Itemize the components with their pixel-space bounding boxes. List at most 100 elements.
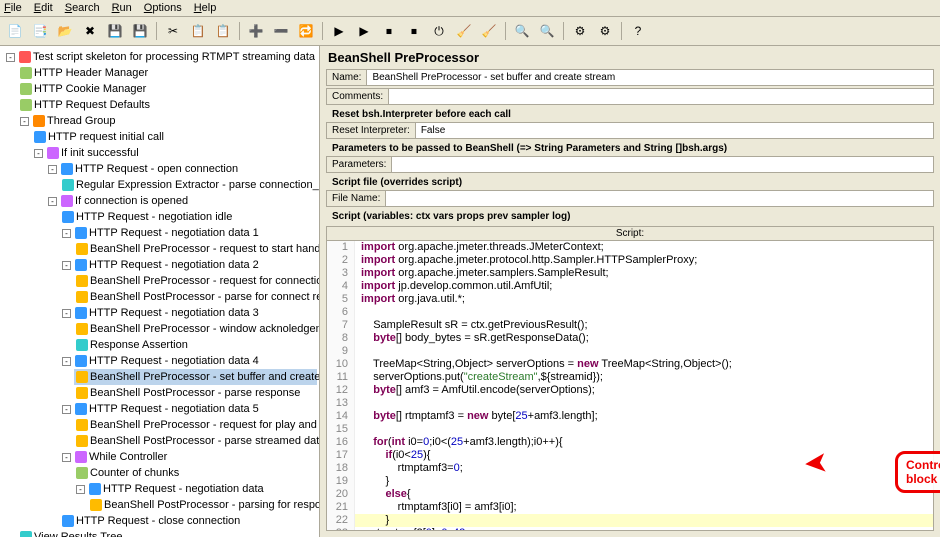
save-button[interactable]: 💾 bbox=[104, 20, 126, 42]
tree-toggle[interactable]: - bbox=[76, 485, 85, 494]
code-line[interactable]: import org.java.util.*; bbox=[355, 293, 465, 306]
code-line[interactable]: rtmptamf3[i0] = amf3[i0]; bbox=[355, 501, 517, 514]
code-line[interactable]: TreeMap<String,Object> serverOptions = n… bbox=[355, 358, 732, 371]
fn2-button[interactable]: ⚙ bbox=[594, 20, 616, 42]
test-plan-tree[interactable]: -Test script skeleton for processing RTM… bbox=[0, 46, 320, 537]
copy-button[interactable]: 📋 bbox=[187, 20, 209, 42]
tree-item[interactable]: -HTTP Request - negotiation data 4 bbox=[60, 353, 317, 369]
tree-toggle[interactable]: - bbox=[62, 453, 71, 462]
fn1-button[interactable]: ⚙ bbox=[569, 20, 591, 42]
menu-search[interactable]: Search bbox=[65, 2, 100, 14]
close-button[interactable]: ✖ bbox=[79, 20, 101, 42]
tree-toggle[interactable]: - bbox=[20, 117, 29, 126]
tree-toggle[interactable]: - bbox=[34, 149, 43, 158]
templates-button[interactable]: 📑 bbox=[29, 20, 51, 42]
stop-button[interactable]: ⏹ bbox=[378, 20, 400, 42]
code-line[interactable] bbox=[355, 345, 361, 358]
code-line[interactable]: } bbox=[355, 514, 389, 527]
code-line[interactable]: rtmptamf3[0]=0x42; bbox=[355, 527, 468, 530]
clear-button[interactable]: 🧹 bbox=[453, 20, 475, 42]
tree-item[interactable]: HTTP request initial call bbox=[32, 129, 317, 145]
tree-item[interactable]: -HTTP Request - negotiation data 1 bbox=[60, 225, 317, 241]
tree-item[interactable]: -HTTP Request - open connection bbox=[46, 161, 317, 177]
code-line[interactable]: SampleResult sR = ctx.getPreviousResult(… bbox=[355, 319, 588, 332]
tree-item[interactable]: HTTP Cookie Manager bbox=[18, 81, 317, 97]
tree-item[interactable]: -While Controller bbox=[60, 449, 317, 465]
code-line[interactable]: byte[] body_bytes = sR.getResponseData()… bbox=[355, 332, 589, 345]
tree-toggle[interactable]: - bbox=[48, 197, 57, 206]
cut-button[interactable]: ✂ bbox=[162, 20, 184, 42]
paste-button[interactable]: 📋 bbox=[212, 20, 234, 42]
tree-item[interactable]: -If connection is opened bbox=[46, 193, 317, 209]
tree-toggle[interactable]: - bbox=[62, 261, 71, 270]
code-line[interactable]: for(int i0=0;i0<(25+amf3.length);i0++){ bbox=[355, 436, 563, 449]
code-line[interactable] bbox=[355, 423, 361, 436]
tree-item[interactable]: HTTP Request Defaults bbox=[18, 97, 317, 113]
save-as-button[interactable]: 💾 bbox=[129, 20, 151, 42]
stop-all-button[interactable]: ⏹ bbox=[403, 20, 425, 42]
menu-help[interactable]: Help bbox=[194, 2, 217, 14]
code-line[interactable]: import jp.develop.common.util.AmfUtil; bbox=[355, 280, 552, 293]
tree-item[interactable]: BeanShell PostProcessor - parse for conn… bbox=[74, 289, 317, 305]
tree-item[interactable]: Counter of chunks bbox=[74, 465, 317, 481]
tree-item[interactable]: BeanShell PreProcessor - window acknoled… bbox=[74, 321, 317, 337]
expand-button[interactable]: ➕ bbox=[245, 20, 267, 42]
tree-item[interactable]: -HTTP Request - negotiation data 2 bbox=[60, 257, 317, 273]
tree-item[interactable]: -HTTP Request - negotiation data 3 bbox=[60, 305, 317, 321]
tree-toggle[interactable]: - bbox=[62, 229, 71, 238]
code-line[interactable]: import org.apache.jmeter.protocol.http.S… bbox=[355, 254, 697, 267]
tree-toggle[interactable]: - bbox=[62, 357, 71, 366]
tree-item[interactable]: HTTP Header Manager bbox=[18, 65, 317, 81]
file-new-button[interactable]: 📄 bbox=[4, 20, 26, 42]
tree-item[interactable]: BeanShell PreProcessor - set buffer and … bbox=[74, 369, 317, 385]
tree-item[interactable]: HTTP Request - close connection bbox=[60, 513, 317, 529]
collapse-button[interactable]: ➖ bbox=[270, 20, 292, 42]
tree-item[interactable]: View Results Tree bbox=[18, 529, 317, 537]
code-line[interactable] bbox=[355, 397, 361, 410]
tree-item[interactable]: Regular Expression Extractor - parse con… bbox=[60, 177, 317, 193]
file-name-value[interactable] bbox=[386, 191, 933, 206]
tree-item[interactable]: BeanShell PreProcessor - request for pla… bbox=[74, 417, 317, 433]
code-line[interactable]: serverOptions.put("createStream",${strea… bbox=[355, 371, 603, 384]
run-all-button[interactable]: ▶ bbox=[353, 20, 375, 42]
tree-toggle[interactable]: - bbox=[6, 53, 15, 62]
tree-item[interactable]: BeanShell PostProcessor - parse streamed… bbox=[74, 433, 317, 449]
field-1-value[interactable] bbox=[389, 89, 933, 104]
help-button[interactable]: ? bbox=[627, 20, 649, 42]
clear-all-button[interactable]: 🧹 bbox=[478, 20, 500, 42]
tree-item[interactable]: BeanShell PostProcessor - parse response bbox=[74, 385, 317, 401]
tree-item[interactable]: -Thread Group bbox=[18, 113, 317, 129]
code-line[interactable]: } bbox=[355, 475, 389, 488]
code-line[interactable] bbox=[355, 306, 361, 319]
parameters-value[interactable] bbox=[392, 157, 933, 172]
tree-item[interactable]: BeanShell PostProcessor - parsing for re… bbox=[88, 497, 317, 513]
script-editor[interactable]: 1import org.apache.jmeter.threads.JMeter… bbox=[327, 241, 933, 530]
tree-item[interactable]: Response Assertion bbox=[74, 337, 317, 353]
code-line[interactable]: if(i0<25){ bbox=[355, 449, 430, 462]
reset-interpreter-value[interactable]: False bbox=[416, 123, 933, 138]
code-line[interactable]: byte[] rtmptamf3 = new byte[25+amf3.leng… bbox=[355, 410, 598, 423]
tree-item[interactable]: BeanShell PreProcessor - request to star… bbox=[74, 241, 317, 257]
tree-item[interactable]: -If init successful bbox=[32, 145, 317, 161]
reset-search-button[interactable]: 🔍 bbox=[536, 20, 558, 42]
menu-edit[interactable]: Edit bbox=[34, 2, 53, 14]
menu-run[interactable]: Run bbox=[112, 2, 132, 14]
tree-item[interactable]: -Test script skeleton for processing RTM… bbox=[4, 49, 317, 65]
code-line[interactable]: import org.apache.jmeter.threads.JMeterC… bbox=[355, 241, 604, 254]
run-button[interactable]: ▶ bbox=[328, 20, 350, 42]
open-button[interactable]: 📂 bbox=[54, 20, 76, 42]
menu-options[interactable]: Options bbox=[144, 2, 182, 14]
shutdown-button[interactable]: ⏻ bbox=[428, 20, 450, 42]
toggle-button[interactable]: 🔁 bbox=[295, 20, 317, 42]
tree-toggle[interactable]: - bbox=[48, 165, 57, 174]
tree-toggle[interactable]: - bbox=[62, 309, 71, 318]
tree-item[interactable]: -HTTP Request - negotiation data 5 bbox=[60, 401, 317, 417]
code-line[interactable]: else{ bbox=[355, 488, 411, 501]
code-line[interactable]: rtmptamf3=0; bbox=[355, 462, 463, 475]
tree-item[interactable]: BeanShell PreProcessor - request for con… bbox=[74, 273, 317, 289]
tree-item[interactable]: HTTP Request - negotiation idle bbox=[60, 209, 317, 225]
code-line[interactable]: byte[] amf3 = AmfUtil.encode(serverOptio… bbox=[355, 384, 595, 397]
menu-file[interactable]: File bbox=[4, 2, 22, 14]
search-button[interactable]: 🔍 bbox=[511, 20, 533, 42]
code-line[interactable]: import org.apache.jmeter.samplers.Sample… bbox=[355, 267, 609, 280]
